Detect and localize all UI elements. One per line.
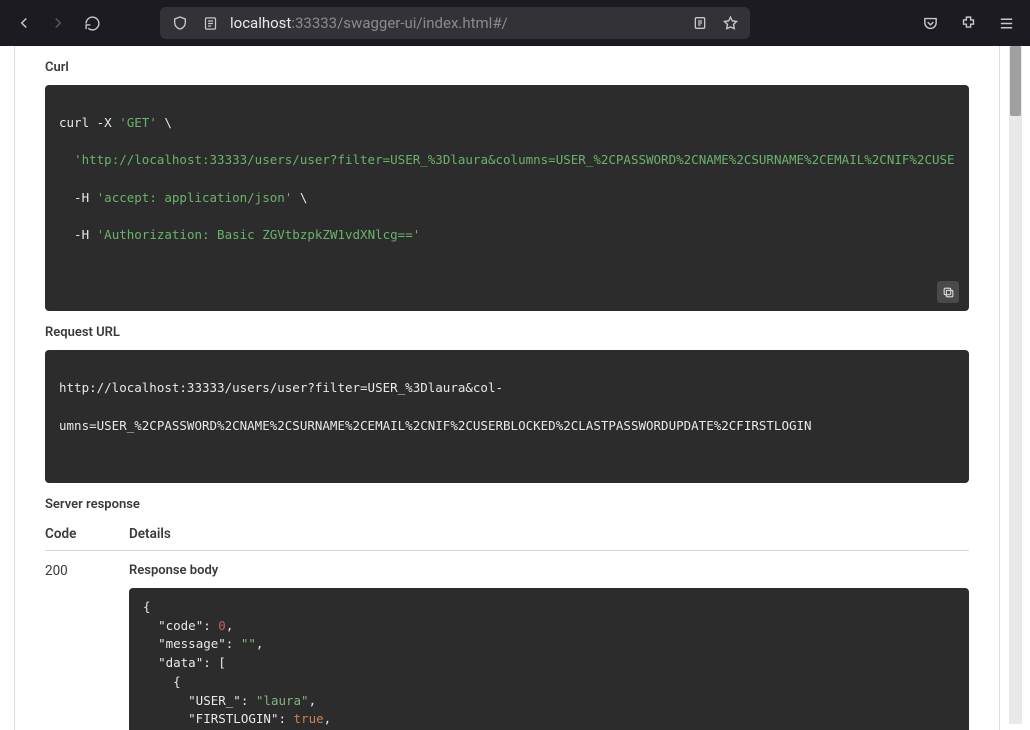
curl-label: Curl <box>45 60 969 75</box>
response-body-label: Response body <box>129 563 969 578</box>
request-url-codebox: http://localhost:33333/users/user?filter… <box>45 350 969 483</box>
details-col-header: Details <box>129 526 171 542</box>
copy-curl-button[interactable] <box>937 281 959 303</box>
extensions-icon[interactable] <box>958 13 978 33</box>
response-code: 200 <box>45 563 89 730</box>
page-info-icon[interactable] <box>200 13 220 33</box>
url-bar[interactable]: localhost:33333/swagger-ui/index.html#/ <box>160 7 750 39</box>
reader-mode-icon[interactable] <box>690 13 710 33</box>
response-body-codebox: { "code": 0, "message": "", "data": [ { … <box>129 588 969 730</box>
page-content: Curl curl -X 'GET' \ 'http://localhost:3… <box>0 46 1030 730</box>
server-response-label: Server response <box>45 497 969 512</box>
reload-icon[interactable] <box>82 13 102 33</box>
request-url-label: Request URL <box>45 325 969 340</box>
shield-icon[interactable] <box>170 13 190 33</box>
url-text: localhost:33333/swagger-ui/index.html#/ <box>230 14 680 32</box>
menu-icon[interactable] <box>996 13 1016 33</box>
browser-toolbar: localhost:33333/swagger-ui/index.html#/ <box>0 0 1030 46</box>
scrollbar-track[interactable] <box>1009 46 1022 724</box>
code-col-header: Code <box>45 526 89 542</box>
scrollbar-thumb[interactable] <box>1010 46 1021 116</box>
bookmark-star-icon[interactable] <box>720 13 740 33</box>
pocket-icon[interactable] <box>920 13 940 33</box>
back-icon[interactable] <box>14 13 34 33</box>
forward-icon <box>48 13 68 33</box>
curl-codebox: curl -X 'GET' \ 'http://localhost:33333/… <box>45 85 969 311</box>
